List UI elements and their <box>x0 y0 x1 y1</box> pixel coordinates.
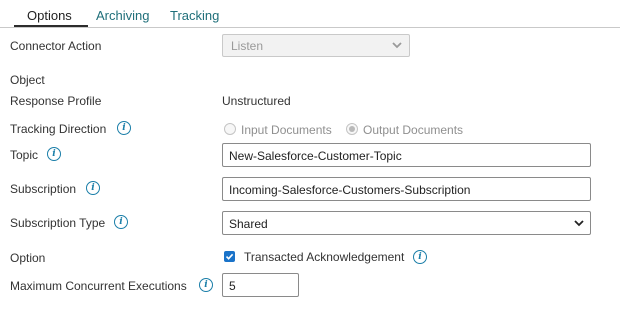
info-icon[interactable]: i <box>413 250 427 264</box>
output-documents-label: Output Documents <box>363 123 464 137</box>
info-icon[interactable]: i <box>199 278 213 292</box>
transacted-acknowledgement-checkbox[interactable] <box>224 251 235 262</box>
input-documents-radio <box>224 123 236 135</box>
connector-action-select: Listen <box>222 34 410 57</box>
info-icon[interactable]: i <box>47 147 61 161</box>
output-documents-radio <box>346 123 358 135</box>
max-concurrent-executions-label: Maximum Concurrent Executions <box>10 279 187 293</box>
response-profile-value: Unstructured <box>222 94 291 108</box>
info-icon[interactable]: i <box>117 121 131 135</box>
topic-label: Topic <box>10 148 39 162</box>
subscription-label: Subscription <box>10 182 77 196</box>
subscription-type-select[interactable]: Shared <box>222 211 591 235</box>
subscription-type-label: Subscription Type <box>10 216 106 230</box>
transacted-acknowledgement-label: Transacted Acknowledgement <box>244 250 405 264</box>
chevron-down-icon[interactable] <box>573 217 585 229</box>
info-icon[interactable]: i <box>86 181 100 195</box>
subscription-type-value: Shared <box>229 217 268 231</box>
tab-archiving[interactable]: Archiving <box>96 8 149 23</box>
input-documents-label: Input Documents <box>241 123 332 137</box>
radio-selected-dot <box>349 126 355 132</box>
max-concurrent-executions-input[interactable]: 5 <box>222 273 299 297</box>
response-profile-label: Response Profile <box>10 94 102 108</box>
connector-action-value: Listen <box>231 39 264 53</box>
chevron-down-icon <box>392 42 402 49</box>
tab-options[interactable]: Options <box>27 8 72 23</box>
topic-input[interactable]: New-Salesforce-Customer-Topic <box>222 143 591 167</box>
object-label: Object <box>10 73 45 87</box>
option-label: Option <box>10 251 46 265</box>
tab-bar: Options Archiving Tracking <box>0 0 620 28</box>
tab-tracking[interactable]: Tracking <box>170 8 219 23</box>
info-icon[interactable]: i <box>114 215 128 229</box>
tracking-direction-label: Tracking Direction <box>10 122 107 136</box>
subscription-input[interactable]: Incoming-Salesforce-Customers-Subscripti… <box>222 177 591 201</box>
connector-action-label: Connector Action <box>10 39 102 53</box>
check-icon <box>225 253 234 260</box>
tab-divider <box>0 27 620 28</box>
